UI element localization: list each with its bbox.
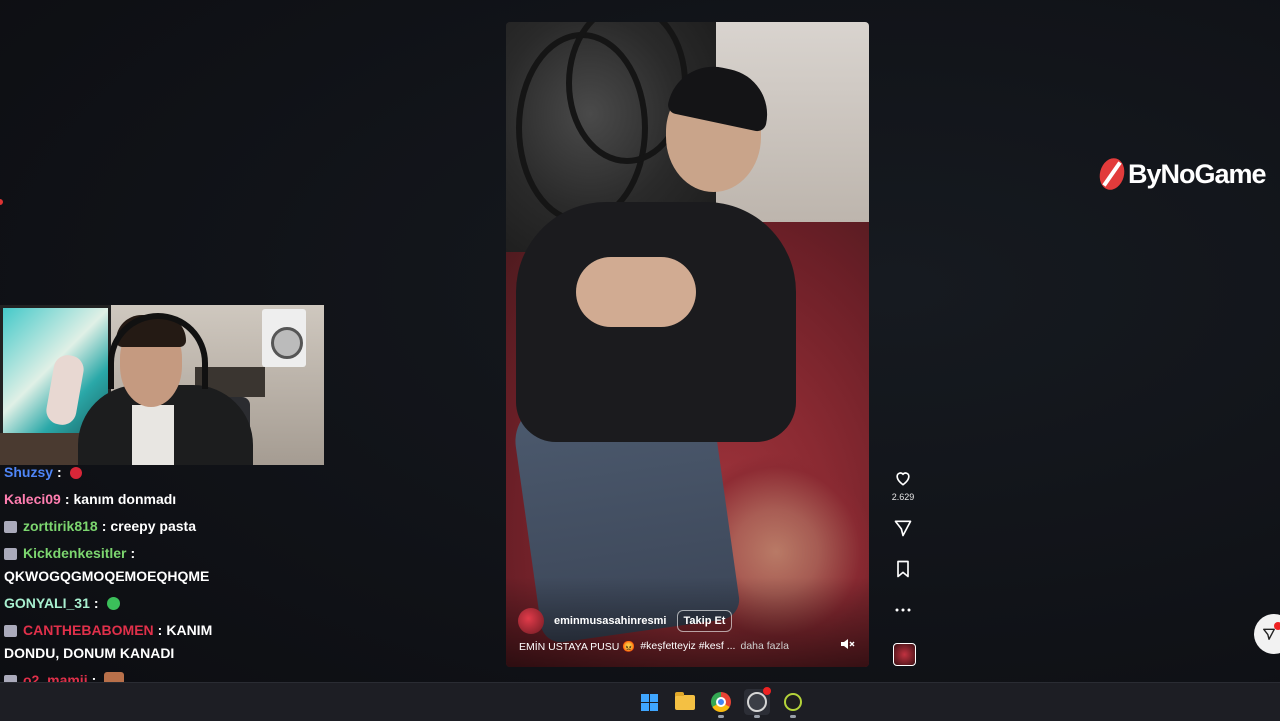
heart-icon bbox=[896, 472, 910, 486]
caption-text: EMİN USTAYA PUSU 😡 bbox=[519, 641, 636, 653]
reel-video[interactable]: eminmusasahinresmi Takip Et EMİN USTAYA … bbox=[506, 22, 869, 667]
user-badge-icon bbox=[4, 624, 17, 637]
chat-text: kanım donmadı bbox=[73, 491, 177, 507]
video-frame bbox=[506, 22, 869, 667]
chat-message-continuation: QKWOGQGMOQEMOEQHQME bbox=[4, 563, 304, 590]
recording-indicator bbox=[763, 687, 771, 695]
mute-icon[interactable] bbox=[839, 636, 855, 652]
chat-text: QKWOGQGMOQEMOEQHQME bbox=[4, 568, 210, 584]
chat-username[interactable]: GONYALI_31 bbox=[4, 590, 90, 617]
chat-username[interactable]: Shuzsy bbox=[4, 459, 53, 486]
share-button[interactable] bbox=[891, 516, 915, 540]
start-button[interactable] bbox=[636, 689, 662, 715]
reel-avatar[interactable] bbox=[518, 608, 544, 634]
xbox-icon bbox=[784, 693, 802, 711]
chat-username[interactable]: zorttirik818 bbox=[23, 513, 98, 540]
send-icon bbox=[894, 520, 912, 537]
windows-start-icon bbox=[640, 693, 658, 711]
chat-text: DONDU, DONUM KANADI bbox=[4, 645, 175, 661]
chat-message: GONYALI_31 : bbox=[4, 590, 304, 617]
brand-mark-icon bbox=[1096, 155, 1128, 193]
notification-badge bbox=[1274, 622, 1280, 630]
like-count: 2.629 bbox=[891, 492, 915, 502]
follow-button[interactable]: Takip Et bbox=[676, 610, 733, 632]
bookmark-icon bbox=[897, 560, 909, 578]
reel-caption: EMİN USTAYA PUSU 😡 #keşfetteyiz #kesf ..… bbox=[519, 640, 789, 653]
like-button[interactable] bbox=[891, 466, 915, 490]
reel-username[interactable]: eminmusasahinresmi bbox=[554, 615, 667, 627]
more-dots-icon bbox=[895, 608, 911, 612]
reel-user-row: eminmusasahinresmi Takip Et bbox=[518, 608, 733, 634]
chrome-icon bbox=[711, 692, 731, 712]
emote-icon bbox=[106, 597, 120, 610]
user-badge-icon bbox=[4, 520, 17, 533]
chat-message: Kaleci09 : kanım donmadı bbox=[4, 486, 304, 513]
taskbar-xbox[interactable] bbox=[780, 689, 806, 718]
audio-thumbnail[interactable] bbox=[893, 643, 916, 666]
save-button[interactable] bbox=[891, 557, 915, 581]
chat-message-continuation: DONDU, DONUM KANADI bbox=[4, 640, 304, 667]
taskbar-apps bbox=[636, 687, 806, 718]
taskbar bbox=[0, 682, 1280, 721]
caption-more-link[interactable]: daha fazla bbox=[740, 640, 788, 653]
send-icon bbox=[1263, 628, 1275, 640]
chat-message: Shuzsy : bbox=[4, 459, 304, 486]
taskbar-file-explorer[interactable] bbox=[672, 689, 698, 715]
chat-username[interactable]: Kaleci09 bbox=[4, 486, 61, 513]
chat-text: creepy pasta bbox=[110, 518, 196, 534]
taskbar-chrome[interactable] bbox=[708, 689, 734, 718]
brand-logo: ByNoGame bbox=[1096, 155, 1267, 193]
reel-actions: 2.629 bbox=[887, 466, 919, 622]
file-explorer-icon bbox=[675, 691, 695, 710]
user-badge-icon bbox=[4, 547, 17, 560]
taskbar-obs[interactable] bbox=[744, 687, 771, 718]
obs-icon bbox=[747, 692, 767, 712]
caption-tags[interactable]: #keşfetteyiz #kesf ... bbox=[640, 640, 735, 653]
webcam-overlay bbox=[0, 305, 324, 465]
more-options-button[interactable] bbox=[891, 598, 915, 622]
brand-name: ByNoGame bbox=[1128, 158, 1267, 189]
chat-message: zorttirik818 : creepy pasta bbox=[4, 513, 304, 540]
emote-icon bbox=[69, 466, 82, 479]
